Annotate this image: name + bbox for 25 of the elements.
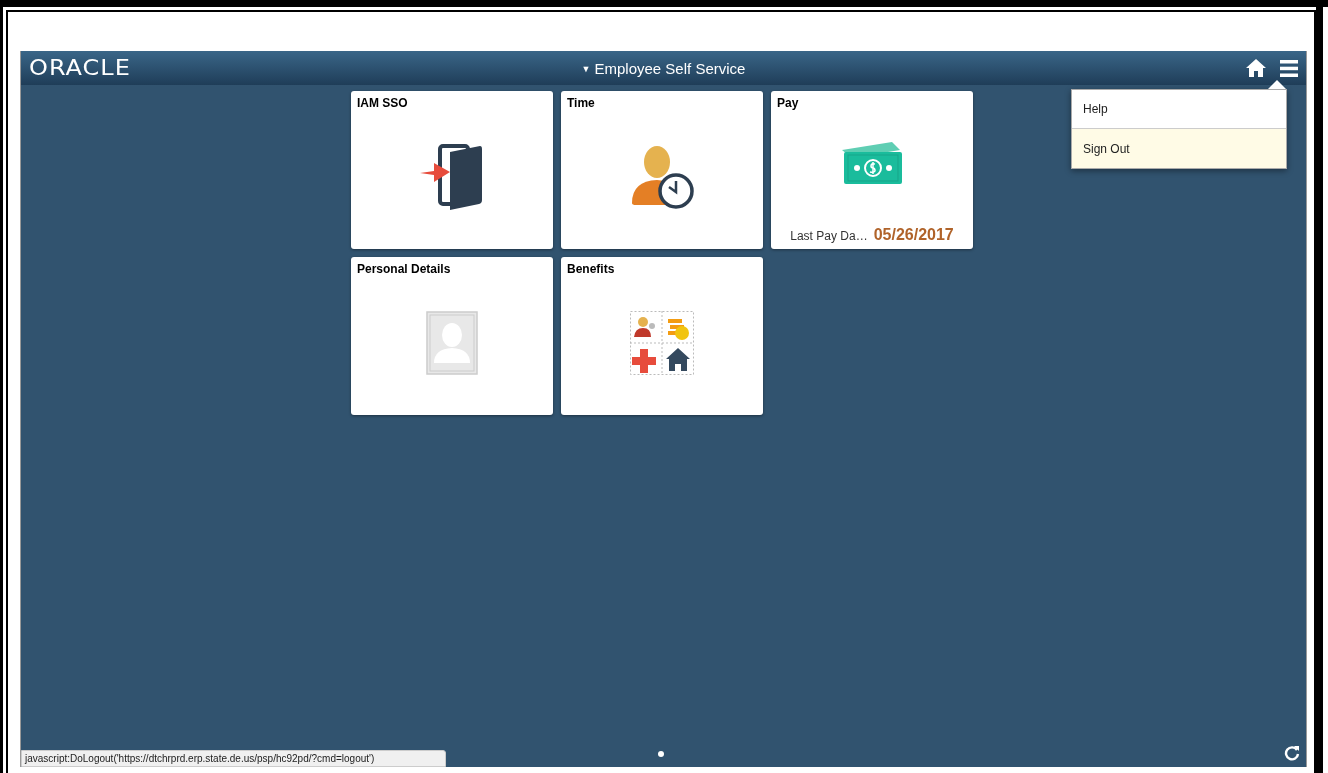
tile-card[interactable]: Personal Details	[351, 257, 553, 415]
tile-title: IAM SSO	[357, 96, 408, 110]
home-icon[interactable]	[1246, 59, 1266, 77]
tile-card[interactable]: Time	[561, 91, 763, 249]
menu-icon[interactable]	[1280, 59, 1298, 77]
tile-title: Pay	[777, 96, 799, 110]
title-caret[interactable]: ▼	[581, 63, 591, 74]
tile-card[interactable]: Pay Last Pay Da… 05/26/2017	[771, 91, 973, 249]
oracle-logo: ORACLE	[29, 56, 131, 80]
status-bar: javascript:DoLogout('https://dtchrprd.erp.state.de.us/psp/hc92pd/?cmd=logout')	[21, 750, 446, 767]
tile-card[interactable]: IAM SSO	[351, 91, 553, 249]
page-title[interactable]: Employee Self Service	[594, 59, 746, 77]
page-dot[interactable]	[658, 751, 664, 757]
person-placeholder-icon	[426, 311, 478, 375]
money-icon	[840, 140, 904, 186]
tile-footer-value: 05/26/2017	[873, 226, 954, 244]
tile-title: Time	[567, 96, 595, 110]
menu-item[interactable]: Sign Out	[1072, 129, 1286, 168]
refresh-icon[interactable]	[1284, 745, 1300, 761]
person-clock-icon	[630, 145, 694, 209]
tile-card[interactable]: Benefits	[561, 257, 763, 415]
benefits-icon	[630, 311, 694, 375]
tile-title: Personal Details	[357, 262, 451, 276]
tile-title: Benefits	[567, 262, 615, 276]
tile-footer-label: Last Pay Da…	[790, 229, 868, 243]
